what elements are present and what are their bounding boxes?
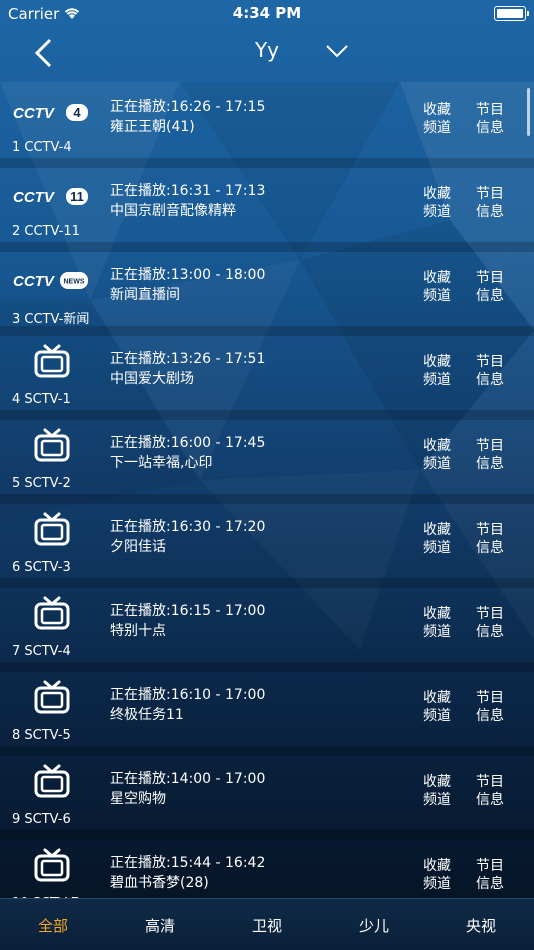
tv-icon (34, 680, 70, 714)
channel-row[interactable]: 5 SCTV-2 正在播放:16:00 - 17:45 下一站幸福,心印 收藏 频道节… (0, 420, 534, 504)
tab-2[interactable]: 卫视 (237, 915, 297, 936)
now-playing-time: 正在播放:13:26 - 17:51 (110, 351, 266, 367)
channel-name: 7 SCTV-4 (12, 644, 71, 659)
tab-3[interactable]: 少儿 (344, 915, 404, 936)
clock: 4:34 PM (232, 4, 302, 22)
now-playing-time: 正在播放:16:15 - 17:00 (110, 603, 266, 619)
channel-row[interactable]: 8 SCTV-5 正在播放:16:10 - 17:00 终极任务11 收藏 频道 节目信… (0, 672, 534, 756)
program-title: 中国京剧音配像精粹 (110, 203, 236, 219)
navigation-bar: Yy (0, 28, 534, 82)
program-title: 星空购物 (110, 791, 166, 807)
program-info-button[interactable]: 节目 信息 (474, 857, 506, 893)
svg-text:4: 4 (73, 105, 81, 120)
tv-icon (34, 596, 70, 630)
now-playing-time: 正在播放:16:00 - 17:45 (110, 435, 266, 451)
channel-name: 1 CCTV-4 (12, 140, 72, 155)
favorite-channel-button[interactable]: 收藏 频道 (421, 605, 453, 641)
tv-icon (34, 848, 70, 882)
row-divider (0, 830, 534, 840)
channel-row[interactable]: CCTV 4 1 CCTV-4 正在播放:16:26 - 17:15 雍正王朝(41) 收… (0, 84, 534, 168)
svg-text:NEWS: NEWS (64, 279, 85, 286)
channel-row[interactable]: CCTV 11 2 CCTV-11 正在播放:16:31 - 17:13 中国京剧音配像… (0, 168, 534, 252)
svg-text:CCTV: CCTV (13, 105, 56, 122)
favorite-channel-button[interactable]: 收藏 频道 (421, 269, 453, 305)
channel-row[interactable]: 10 SCTV-7正在播放:15:44 - 16:42 碧血书香梦(28)收藏频… (0, 840, 534, 898)
program-info-button[interactable]: 节目 信息 (474, 689, 506, 725)
row-divider (0, 494, 534, 504)
svg-text:CCTV: CCTV (13, 189, 56, 206)
scrollbar[interactable] (527, 88, 530, 136)
tv-icon (34, 764, 70, 798)
favorite-channel-button[interactable]: 收藏 频道 (421, 353, 453, 389)
svg-text:11: 11 (70, 189, 84, 204)
row-divider (0, 746, 534, 756)
program-title: 雍正王朝(41) (110, 119, 195, 135)
row-divider (0, 578, 534, 588)
program-info-button[interactable]: 节目 信息 (474, 185, 506, 221)
svg-text:CCTV: CCTV (13, 273, 56, 290)
channel-name: 4 SCTV-1 (12, 392, 71, 407)
tv-icon (34, 512, 70, 546)
row-divider (0, 326, 534, 336)
channel-row[interactable]: 7 SCTV-4 正在播放:16:15 - 17:00 特别十点 收藏 频道 节目 信息 (0, 588, 534, 672)
row-divider (0, 410, 534, 420)
program-title: 特别十点 (110, 623, 166, 639)
program-info-button[interactable]: 节目 信息 (474, 773, 506, 809)
favorite-channel-button[interactable]: 收藏 频道 (421, 857, 453, 893)
favorite-channel-button[interactable]: 收藏 频道 (421, 689, 453, 725)
channel-row[interactable]: CCTV NEWS 3 CCTV-新闻 正在播放:13:00 - 18:00 新闻直播间… (0, 252, 534, 336)
program-info-button[interactable]: 节目 信息 (474, 605, 506, 641)
channel-name: 3 CCTV-新闻 (12, 312, 90, 327)
program-info-button[interactable]: 节目 信息 (474, 437, 506, 473)
now-playing-time: 正在播放:16:30 - 17:20 (110, 519, 266, 535)
status-bar: Carrier 4:34 PM (0, 0, 534, 28)
favorite-channel-button[interactable]: 收藏 频道 (421, 185, 453, 221)
now-playing-time: 正在播放:16:10 - 17:00 (110, 687, 266, 703)
program-info-button[interactable]: 节目 信息 (474, 353, 506, 389)
channel-list[interactable]: CCTV 4 1 CCTV-4 正在播放:16:26 - 17:15 雍正王朝(41) 收… (0, 84, 534, 898)
favorite-channel-button[interactable]: 收藏 频道 (421, 101, 453, 137)
cctv-logo: CCTV 11 (13, 188, 88, 206)
now-playing-time: 正在播放:13:00 - 18:00 (110, 267, 266, 283)
battery-icon (494, 6, 529, 21)
tab-bar: 全部 高清 卫视 少儿 央视 (0, 898, 534, 950)
program-title: 夕阳佳话 (110, 539, 166, 555)
favorite-channel-button[interactable]: 收藏 频道 (421, 437, 453, 473)
channel-name: 6 SCTV-3 (12, 560, 71, 575)
favorite-channel-button[interactable]: 收藏 频道 (421, 521, 453, 557)
channel-name: 8 SCTV-5 (12, 728, 71, 743)
channel-row[interactable]: 4 SCTV-1 正在播放:13:26 - 17:51 中国爱大剧场 收藏 频道 节目 信息 (0, 336, 534, 420)
program-title: 下一站幸福,心印 (110, 455, 213, 471)
cctv-logo: CCTV NEWS (13, 272, 88, 290)
favorite-channel-button[interactable]: 收藏 频道 (421, 773, 453, 809)
tv-icon (34, 344, 70, 378)
channel-name: 2 CCTV-11 (12, 224, 80, 239)
now-playing-time: 正在播放:16:26 - 17:15 (110, 99, 266, 115)
row-divider (0, 662, 534, 672)
page-title: Yy (254, 38, 280, 62)
program-title: 碧血书香梦(28) (110, 875, 209, 891)
now-playing-time: 正在播放:14:00 - 17:00 (110, 771, 266, 787)
now-playing-time: 正在播放:15:44 - 16:42 (110, 855, 266, 871)
program-title: 终极任务11 (110, 707, 184, 723)
program-info-button[interactable]: 节目 信息 (474, 269, 506, 305)
program-info-button[interactable]: 节目 信息 (474, 101, 506, 137)
chevron-down-icon[interactable] (324, 42, 350, 60)
channel-row[interactable]: 6 SCTV-3 正在播放:16:30 - 17:20 夕阳佳话 收藏 频道 节目 信息 (0, 504, 534, 588)
now-playing-time: 正在播放:16:31 - 17:13 (110, 183, 266, 199)
channel-name: 5 SCTV-2 (12, 476, 71, 491)
program-title: 新闻直播间 (110, 287, 180, 303)
cctv-logo: CCTV 4 (13, 104, 88, 122)
channel-name: 9 SCTV-6 (12, 812, 71, 827)
tab-1[interactable]: 高清 (130, 915, 190, 936)
tab-0[interactable]: 全部 (23, 915, 83, 936)
row-divider (0, 158, 534, 168)
tv-icon (34, 428, 70, 462)
channel-row[interactable]: 9 SCTV-6 正在播放:14:00 - 17:00 星空购物 收藏 频道 节目 信息 (0, 756, 534, 840)
tab-4[interactable]: 央视 (451, 915, 511, 936)
row-divider (0, 242, 534, 252)
program-title: 中国爱大剧场 (110, 371, 194, 387)
program-info-button[interactable]: 节目 信息 (474, 521, 506, 557)
